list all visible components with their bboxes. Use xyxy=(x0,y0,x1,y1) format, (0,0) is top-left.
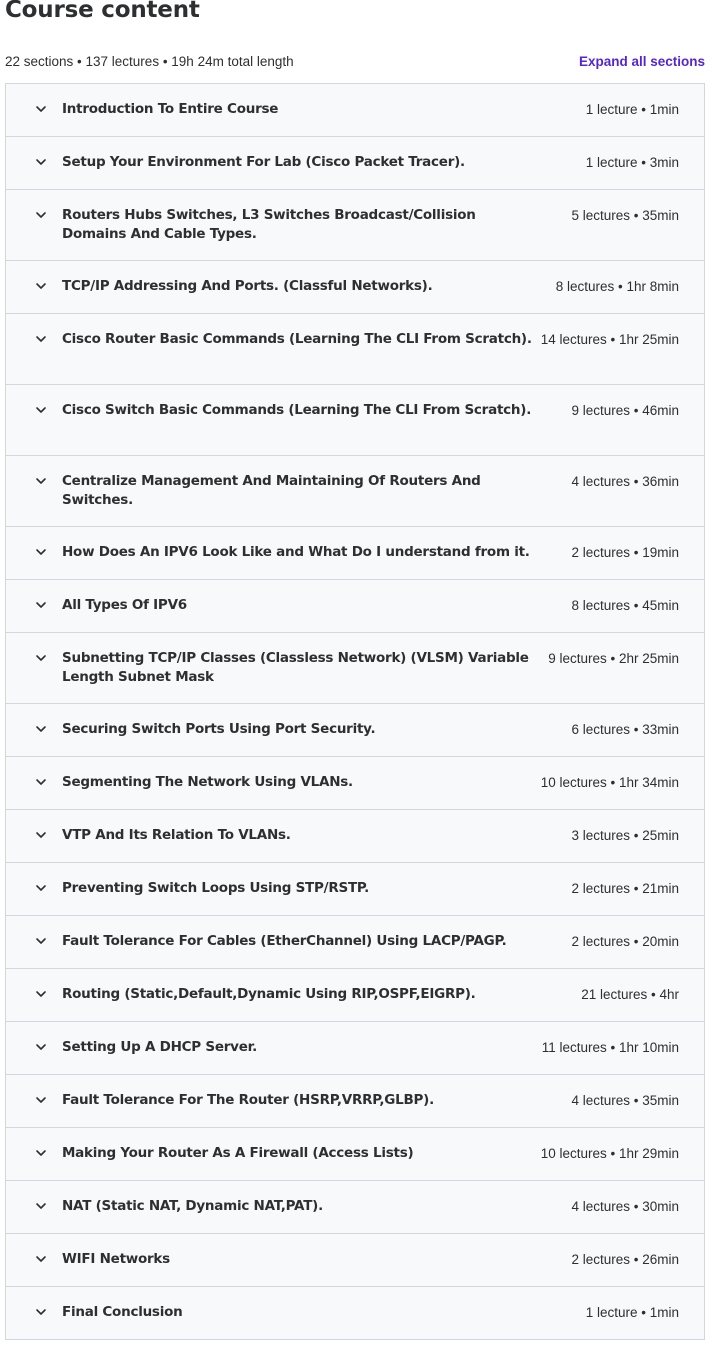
section-row[interactable]: How Does An IPV6 Look Like and What Do I… xyxy=(6,527,704,580)
section-title: Fault Tolerance For The Router (HSRP,VRR… xyxy=(62,1092,434,1108)
section-title: NAT (Static NAT, Dynamic NAT,PAT). xyxy=(62,1198,323,1214)
chevron-down-icon xyxy=(36,283,46,289)
section-row[interactable]: WIFI Networks 2 lectures • 26min xyxy=(6,1234,704,1287)
section-title: Subnetting TCP/IP Classes (Classless Net… xyxy=(62,650,529,685)
chevron-down-icon xyxy=(36,1203,46,1209)
section-title: Setup Your Environment For Lab (Cisco Pa… xyxy=(62,154,465,170)
chevron-down-icon xyxy=(36,1044,46,1050)
section-title: Final Conclusion xyxy=(62,1304,183,1320)
section-meta: 2 lectures • 21min xyxy=(571,881,679,896)
section-meta: 8 lectures • 1hr 8min xyxy=(555,279,679,294)
section-row[interactable]: Cisco Switch Basic Commands (Learning Th… xyxy=(6,385,704,456)
expand-all-sections-button[interactable]: Expand all sections xyxy=(579,54,705,69)
section-row[interactable]: Cisco Router Basic Commands (Learning Th… xyxy=(6,314,704,385)
section-row[interactable]: NAT (Static NAT, Dynamic NAT,PAT). 4 lec… xyxy=(6,1181,704,1234)
section-row[interactable]: VTP And Its Relation To VLANs. 3 lecture… xyxy=(6,810,704,863)
section-row[interactable]: Making Your Router As A Firewall (Access… xyxy=(6,1128,704,1181)
chevron-down-icon xyxy=(36,1256,46,1262)
chevron-down-icon xyxy=(36,106,46,112)
section-meta: 14 lectures • 1hr 25min xyxy=(540,332,679,347)
section-row[interactable]: Routers Hubs Switches, L3 Switches Broad… xyxy=(6,190,704,261)
chevron-down-icon xyxy=(36,832,46,838)
chevron-down-icon xyxy=(36,655,46,661)
chevron-down-icon xyxy=(36,336,46,342)
chevron-down-icon xyxy=(36,1150,46,1156)
section-meta: 2 lectures • 26min xyxy=(571,1252,679,1267)
section-meta: 1 lecture • 3min xyxy=(585,155,679,170)
section-title: All Types Of IPV6 xyxy=(62,597,187,613)
section-row[interactable]: Centralize Management And Maintaining Of… xyxy=(6,456,704,527)
section-meta: 2 lectures • 19min xyxy=(571,545,679,560)
section-title: TCP/IP Addressing And Ports. (Classful N… xyxy=(62,278,433,294)
section-meta: 3 lectures • 25min xyxy=(571,828,679,843)
chevron-down-icon xyxy=(36,1309,46,1315)
section-row[interactable]: Preventing Switch Loops Using STP/RSTP. … xyxy=(6,863,704,916)
page-title: Course content xyxy=(5,0,200,23)
chevron-down-icon xyxy=(36,602,46,608)
chevron-down-icon xyxy=(36,885,46,891)
section-meta: 9 lectures • 2hr 25min xyxy=(548,651,679,666)
section-title: How Does An IPV6 Look Like and What Do I… xyxy=(62,544,530,560)
section-row[interactable]: Final Conclusion 1 lecture • 1min xyxy=(6,1287,704,1339)
section-meta: 4 lectures • 36min xyxy=(571,474,679,489)
section-title: Fault Tolerance For Cables (EtherChannel… xyxy=(62,933,507,949)
chevron-down-icon xyxy=(36,549,46,555)
section-row[interactable]: Routing (Static,Default,Dynamic Using RI… xyxy=(6,969,704,1022)
section-meta: 1 lecture • 1min xyxy=(585,1305,679,1320)
section-title: Cisco Switch Basic Commands (Learning Th… xyxy=(62,402,532,418)
section-title: Introduction To Entire Course xyxy=(62,101,279,117)
section-meta: 11 lectures • 1hr 10min xyxy=(541,1040,679,1055)
section-title: Cisco Router Basic Commands (Learning Th… xyxy=(62,331,532,347)
chevron-down-icon xyxy=(36,407,46,413)
section-row[interactable]: TCP/IP Addressing And Ports. (Classful N… xyxy=(6,261,704,314)
section-title: Routing (Static,Default,Dynamic Using RI… xyxy=(62,986,476,1002)
section-title: Centralize Management And Maintaining Of… xyxy=(62,473,481,508)
section-row[interactable]: Introduction To Entire Course 1 lecture … xyxy=(6,84,704,137)
section-title: VTP And Its Relation To VLANs. xyxy=(62,827,291,843)
section-meta: 4 lectures • 30min xyxy=(571,1199,679,1214)
section-title: Preventing Switch Loops Using STP/RSTP. xyxy=(62,880,369,896)
section-meta: 10 lectures • 1hr 29min xyxy=(540,1146,679,1161)
section-meta: 2 lectures • 20min xyxy=(571,934,679,949)
section-title: Making Your Router As A Firewall (Access… xyxy=(62,1145,414,1161)
course-sections-list: Introduction To Entire Course 1 lecture … xyxy=(5,83,705,1340)
section-title: Routers Hubs Switches, L3 Switches Broad… xyxy=(62,207,476,242)
section-row[interactable]: Subnetting TCP/IP Classes (Classless Net… xyxy=(6,633,704,704)
section-title: WIFI Networks xyxy=(62,1251,170,1267)
section-meta: 21 lectures • 4hr xyxy=(581,987,679,1002)
section-meta: 1 lecture • 1min xyxy=(585,102,679,117)
section-meta: 6 lectures • 33min xyxy=(571,722,679,737)
chevron-down-icon xyxy=(36,212,46,218)
section-meta: 9 lectures • 46min xyxy=(571,403,679,418)
chevron-down-icon xyxy=(36,159,46,165)
section-row[interactable]: Fault Tolerance For The Router (HSRP,VRR… xyxy=(6,1075,704,1128)
chevron-down-icon xyxy=(36,779,46,785)
section-title: Segmenting The Network Using VLANs. xyxy=(62,774,353,790)
course-summary: 22 sections • 137 lectures • 19h 24m tot… xyxy=(5,54,294,69)
chevron-down-icon xyxy=(36,478,46,484)
chevron-down-icon xyxy=(36,991,46,997)
chevron-down-icon xyxy=(36,938,46,944)
section-row[interactable]: Securing Switch Ports Using Port Securit… xyxy=(6,704,704,757)
section-meta: 10 lectures • 1hr 34min xyxy=(540,775,679,790)
chevron-down-icon xyxy=(36,726,46,732)
section-meta: 4 lectures • 35min xyxy=(571,1093,679,1108)
section-row[interactable]: Segmenting The Network Using VLANs. 10 l… xyxy=(6,757,704,810)
chevron-down-icon xyxy=(36,1097,46,1103)
section-row[interactable]: Fault Tolerance For Cables (EtherChannel… xyxy=(6,916,704,969)
section-row[interactable]: Setup Your Environment For Lab (Cisco Pa… xyxy=(6,137,704,190)
section-title: Securing Switch Ports Using Port Securit… xyxy=(62,721,376,737)
section-row[interactable]: All Types Of IPV6 8 lectures • 45min xyxy=(6,580,704,633)
section-meta: 8 lectures • 45min xyxy=(571,598,679,613)
section-row[interactable]: Setting Up A DHCP Server. 11 lectures • … xyxy=(6,1022,704,1075)
section-meta: 5 lectures • 35min xyxy=(571,208,679,223)
section-title: Setting Up A DHCP Server. xyxy=(62,1039,257,1055)
course-summary-row: 22 sections • 137 lectures • 19h 24m tot… xyxy=(5,53,705,73)
